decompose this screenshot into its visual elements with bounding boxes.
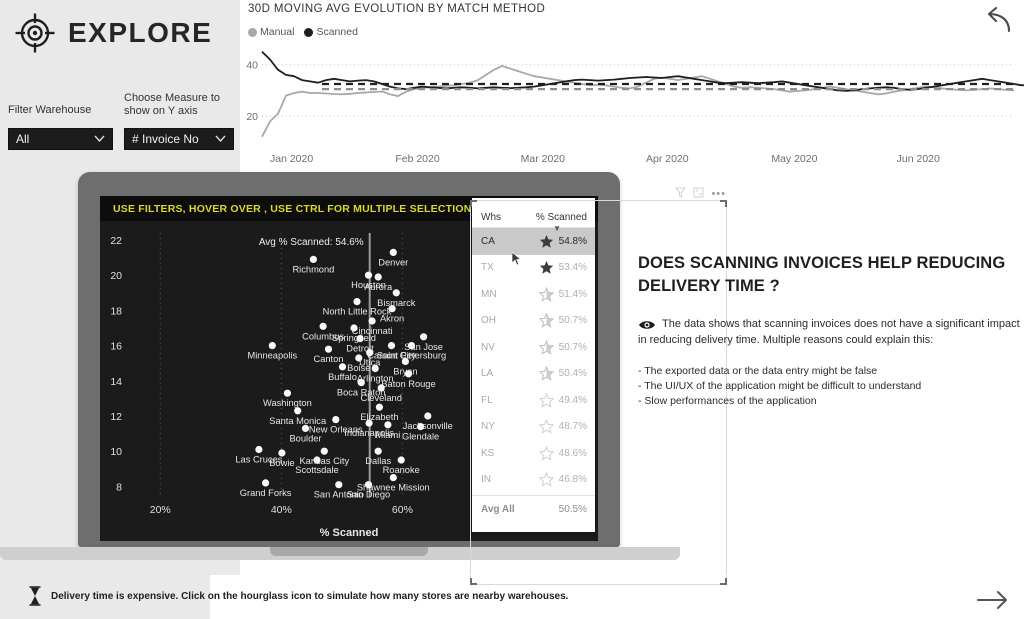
insight-bullet: - The UI/UX of the application might be …: [638, 380, 922, 392]
svg-text:20%: 20%: [150, 504, 171, 516]
svg-text:Boulder: Boulder: [289, 433, 321, 443]
chart-legend[interactable]: Manual Scanned: [248, 26, 358, 38]
svg-text:Jan 2020: Jan 2020: [270, 153, 313, 165]
line-chart-plot: 20 40 Jan 2020 Feb 2020 Mar 2020 Apr 2020 May …: [246, 51, 1024, 165]
svg-text:Avg % Scanned: 54.6%: Avg % Scanned: 54.6%: [259, 237, 364, 248]
svg-text:20: 20: [110, 270, 122, 282]
choose-measure-value: # Invoice No: [132, 132, 199, 146]
svg-text:Columbus: Columbus: [302, 331, 344, 341]
svg-text:Mar 2020: Mar 2020: [521, 153, 566, 165]
footer-note: Delivery time is expensive. Click on the…: [28, 586, 568, 606]
svg-text:Elizabeth: Elizabeth: [360, 412, 398, 422]
svg-text:Miami: Miami: [376, 430, 401, 440]
legend-color-swatch: [304, 27, 314, 37]
svg-text:Roanoke: Roanoke: [383, 465, 420, 475]
laptop-base-notch: [270, 547, 428, 556]
legend-label: Manual: [260, 26, 295, 38]
chevron-down-icon: [215, 133, 226, 145]
svg-text:Baton Rouge: Baton Rouge: [381, 379, 435, 389]
svg-text:12: 12: [110, 411, 122, 423]
eye-icon: [638, 318, 656, 330]
arrow-right-icon[interactable]: [976, 588, 1010, 612]
svg-text:Canton: Canton: [314, 354, 344, 364]
filter-warehouse-value: All: [16, 132, 30, 146]
svg-text:Cleveland: Cleveland: [361, 393, 402, 403]
focus-mode-icon[interactable]: [693, 185, 704, 203]
svg-text:14: 14: [110, 376, 122, 388]
legend-color-swatch: [248, 27, 257, 37]
svg-text:40%: 40%: [271, 504, 292, 516]
svg-text:Bowie: Bowie: [269, 458, 294, 468]
filter-warehouse-label: Filter Warehouse: [8, 104, 92, 116]
svg-text:May 2020: May 2020: [771, 153, 817, 165]
choose-measure-label: Choose Measure to show on Y axis: [124, 92, 220, 117]
page-divider: [210, 575, 1024, 576]
svg-text:Shawnee Mission: Shawnee Mission: [357, 483, 430, 493]
svg-text:Apr 2020: Apr 2020: [646, 153, 689, 165]
svg-text:10: 10: [110, 446, 122, 458]
svg-text:18: 18: [110, 305, 122, 317]
moving-average-line-chart[interactable]: 30D MOVING AVG EVOLUTION BY MATCH METHOD…: [240, 0, 1024, 170]
svg-text:8: 8: [116, 481, 122, 493]
brand-header: EXPLORE: [14, 12, 212, 54]
hourglass-icon[interactable]: [28, 586, 42, 606]
page-title: EXPLORE: [68, 17, 213, 48]
svg-text:Saint Petersburg: Saint Petersburg: [377, 351, 446, 361]
svg-text:Scottsdale: Scottsdale: [295, 465, 338, 475]
selection-handle-top-left[interactable]: [470, 200, 477, 207]
more-options-icon[interactable]: •••: [711, 189, 726, 200]
svg-text:Akron: Akron: [380, 314, 404, 324]
insight-body: The data shows that scanning invoices do…: [638, 316, 1020, 409]
filter-icon[interactable]: [675, 185, 687, 203]
filter-warehouse-dropdown[interactable]: All: [8, 128, 113, 150]
legend-item-manual[interactable]: Manual: [248, 26, 294, 38]
svg-text:Denver: Denver: [378, 257, 408, 267]
selection-handle-bottom-left[interactable]: [470, 578, 477, 585]
svg-text:Richmond: Richmond: [292, 264, 334, 274]
insight-paragraph: The data shows that scanning invoices do…: [638, 318, 1020, 346]
svg-text:Minneapolis: Minneapolis: [247, 351, 297, 361]
svg-text:Jacksonville: Jacksonville: [403, 421, 453, 431]
svg-text:Aurora: Aurora: [364, 282, 393, 292]
legend-label: Scanned: [316, 26, 358, 38]
svg-text:22: 22: [110, 235, 122, 247]
insight-title: DOES SCANNING INVOICES HELP REDUCING DEL…: [638, 254, 1006, 295]
svg-text:Jun 2020: Jun 2020: [897, 153, 940, 165]
svg-text:Grand Forks: Grand Forks: [240, 488, 292, 498]
legend-item-scanned[interactable]: Scanned: [304, 26, 358, 38]
svg-text:16: 16: [110, 341, 122, 353]
footer-text: Delivery time is expensive. Click on the…: [51, 590, 569, 602]
chevron-down-icon: [94, 133, 105, 145]
choose-measure-dropdown[interactable]: # Invoice No: [124, 128, 234, 150]
report-page: EXPLORE Filter Warehouse Choose Measure …: [0, 0, 1024, 619]
svg-text:Feb 2020: Feb 2020: [395, 153, 440, 165]
svg-text:40: 40: [246, 60, 258, 72]
target-icon: [14, 12, 56, 54]
insight-bullet-list: - The exported data or the data entry mi…: [638, 364, 1020, 409]
insight-bullet: - Slow performances of the application: [638, 395, 817, 407]
insight-panel: DOES SCANNING INVOICES HELP REDUCING DEL…: [638, 252, 1020, 409]
insight-bullet: - The exported data or the data entry mi…: [638, 365, 878, 377]
svg-text:20: 20: [246, 111, 258, 123]
chart-title: 30D MOVING AVG EVOLUTION BY MATCH METHOD: [248, 3, 546, 15]
svg-text:Cincinnati: Cincinnati: [352, 326, 393, 336]
visual-header-icons[interactable]: •••: [675, 185, 726, 203]
svg-text:60%: 60%: [392, 504, 413, 516]
selection-handle-bottom-right[interactable]: [720, 578, 727, 585]
svg-text:Glendale: Glendale: [402, 432, 439, 442]
undo-arrow-icon[interactable]: [980, 6, 1014, 40]
svg-text:Buffalo: Buffalo: [328, 372, 357, 382]
svg-text:Washington: Washington: [263, 398, 312, 408]
